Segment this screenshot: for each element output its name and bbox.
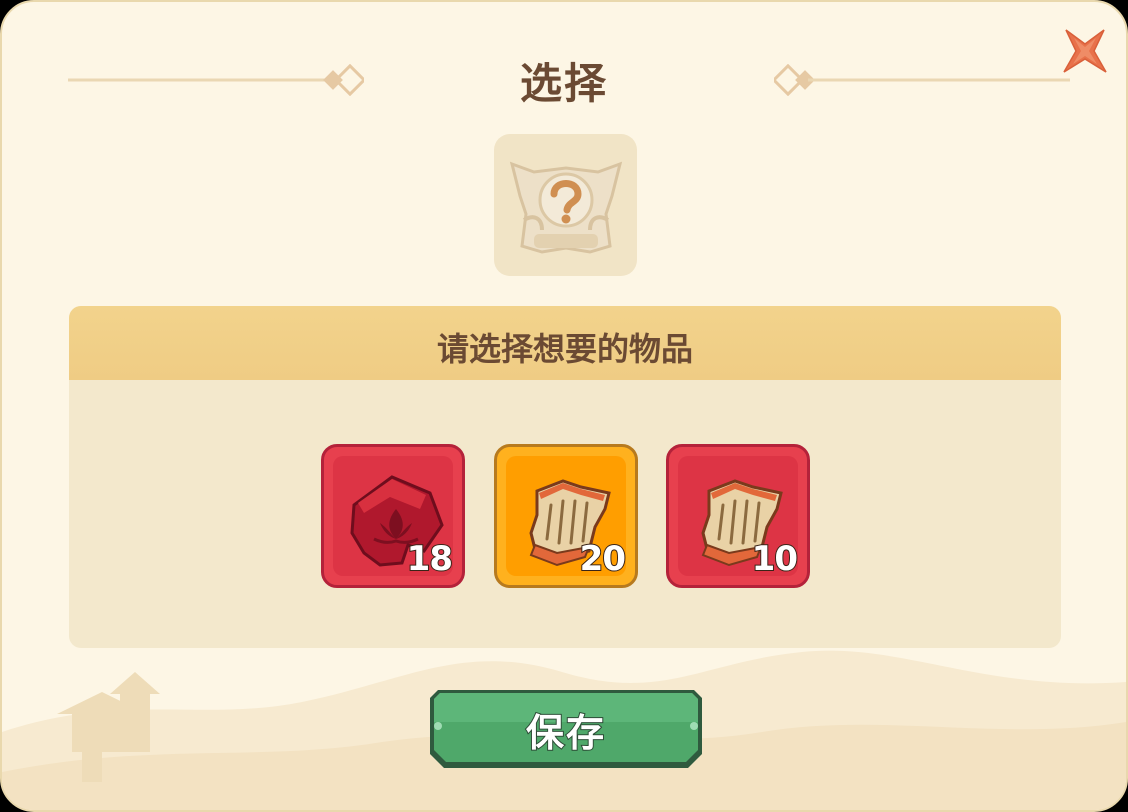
close-button[interactable] <box>1060 26 1110 76</box>
save-button[interactable]: 保存 <box>430 688 702 770</box>
title-row: 选择 <box>2 44 1126 116</box>
item-slot-red-jade[interactable]: 18 <box>321 444 465 588</box>
reward-chest-tile <box>494 134 637 276</box>
item-quantity: 10 <box>751 538 799 580</box>
item-quantity: 20 <box>579 538 627 580</box>
selection-dialog: 选择 请选择想要的物品 18 20 10 保存 <box>0 0 1128 812</box>
right-divider-ornament <box>774 64 1070 96</box>
save-button-label: 保存 <box>525 710 606 756</box>
panel-header: 请选择想要的物品 <box>69 306 1061 380</box>
selection-prompt: 请选择想要的物品 <box>436 330 693 368</box>
mystery-chest-icon <box>509 161 623 254</box>
close-x-icon <box>1063 29 1107 73</box>
item-slot-scroll-selected[interactable]: 20 <box>494 444 638 588</box>
item-slot-scroll[interactable]: 10 <box>666 444 810 588</box>
item-quantity: 18 <box>406 538 454 580</box>
